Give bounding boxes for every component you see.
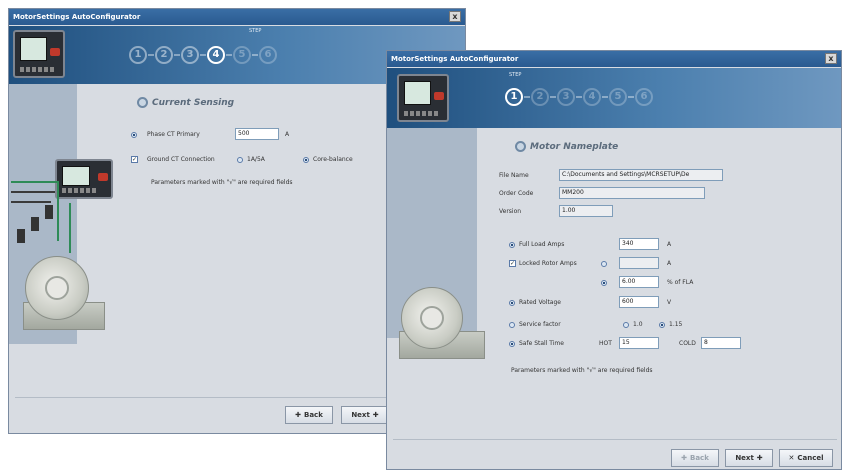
right-arrow-icon: ✚ [372, 411, 379, 419]
front-window-next-button[interactable]: Next ✚ [725, 449, 773, 467]
sf-opt2-radio[interactable] [659, 322, 665, 328]
ground-ct-checkbox[interactable]: ✓ [131, 156, 138, 163]
lra-amps-radio[interactable] [601, 261, 607, 267]
step-2: 2 [155, 46, 173, 64]
step-2: 2 [531, 88, 549, 106]
step-4: 4 [583, 88, 601, 106]
phase-ct-input[interactable]: 500 [235, 128, 279, 140]
required-fields-note: Parameters marked with "√" are required … [151, 179, 293, 186]
rated-voltage-input[interactable]: 600 [619, 296, 659, 308]
front-window-back-button[interactable]: ✚ Back [671, 449, 719, 467]
step-6: 6 [259, 46, 277, 64]
cancel-button-label: Cancel [797, 454, 824, 462]
ground-ct-label: Ground CT Connection [147, 156, 215, 163]
step-caption: STEP [509, 72, 522, 78]
rated-voltage-indicator [509, 300, 515, 306]
rated-voltage-unit: V [667, 299, 672, 306]
back-window-titlebar[interactable]: MotorSettings AutoConfigurator x [9, 9, 465, 25]
step-1: 1 [129, 46, 147, 64]
order-code-label: Order Code [499, 190, 534, 197]
front-window-close-button[interactable]: x [825, 53, 837, 64]
lra-checkbox[interactable]: ✓ [509, 260, 516, 267]
back-window-back-button[interactable]: ✚ Back [285, 406, 333, 424]
back-button-label: Back [304, 411, 323, 419]
fla-indicator [509, 242, 515, 248]
service-factor-indicator [509, 322, 515, 328]
ground-opt1-radio[interactable] [237, 157, 243, 163]
lra-pct-input[interactable]: 6.00 [619, 276, 659, 288]
cancel-icon: ✕ [788, 454, 795, 462]
cold-label: COLD [679, 340, 696, 347]
back-window-next-button[interactable]: Next ✚ [341, 406, 389, 424]
ground-opt1-label: 1A/5A [247, 156, 265, 163]
section-title: Current Sensing [137, 97, 234, 108]
safe-stall-indicator [509, 341, 515, 347]
gear-icon [137, 97, 148, 108]
right-arrow-icon: ✚ [756, 454, 763, 462]
lra-label: Locked Rotor Amps [519, 260, 577, 267]
front-window-title: MotorSettings AutoConfigurator [391, 55, 519, 63]
phase-ct-label: Phase CT Primary [147, 131, 200, 138]
step-indicator: 1 2 3 4 5 6 [505, 88, 653, 106]
fla-unit: A [667, 241, 672, 248]
left-arrow-icon: ✚ [681, 454, 687, 462]
relay-device-image [397, 74, 449, 122]
step-indicator: 1 2 3 4 5 6 [129, 46, 277, 64]
motor-image [19, 254, 107, 334]
step-6: 6 [635, 88, 653, 106]
relay-device-image [13, 30, 65, 78]
step-3: 3 [181, 46, 199, 64]
required-fields-note: Parameters marked with "√" are required … [511, 367, 653, 374]
left-arrow-icon: ✚ [295, 411, 301, 419]
motor-image [395, 285, 487, 363]
front-window: MotorSettings AutoConfigurator x STEP 1 … [386, 50, 842, 470]
ground-opt2-radio[interactable] [303, 157, 309, 163]
section-title-text: Motor Nameplate [530, 141, 619, 152]
phase-ct-unit: A [285, 131, 290, 138]
lra-amps-unit: A [667, 260, 672, 267]
wiring-diagram [11, 177, 101, 257]
hot-input[interactable]: 15 [619, 337, 659, 349]
back-window-title: MotorSettings AutoConfigurator [13, 13, 141, 21]
file-name-label: File Name [499, 172, 529, 179]
step-5: 5 [233, 46, 251, 64]
step-1: 1 [505, 88, 523, 106]
fla-input[interactable]: 340 [619, 238, 659, 250]
section-title-text: Current Sensing [152, 97, 235, 108]
safe-stall-label: Safe Stall Time [519, 340, 564, 347]
sf-opt1-radio[interactable] [623, 322, 629, 328]
file-name-field: C:\Documents and Settings\MCRSETUP\De [559, 169, 723, 181]
order-code-field: MM200 [559, 187, 705, 199]
front-footer-divider [393, 439, 837, 440]
version-label: Version [499, 208, 522, 215]
hot-label: HOT [599, 340, 612, 347]
step-3: 3 [557, 88, 575, 106]
lra-amps-input[interactable] [619, 257, 659, 269]
lra-pct-unit: % of FLA [667, 279, 694, 286]
version-field: 1.00 [559, 205, 613, 217]
phase-ct-indicator [131, 132, 137, 138]
sf-opt2-label: 1.15 [669, 321, 683, 328]
ground-opt2-label: Core-balance [313, 156, 353, 163]
lra-pct-radio[interactable] [601, 280, 607, 286]
back-button-label: Back [690, 454, 709, 462]
sf-opt1-label: 1.0 [633, 321, 643, 328]
back-window-close-button[interactable]: x [449, 11, 461, 22]
fla-label: Full Load Amps [519, 241, 565, 248]
back-footer-divider [15, 397, 395, 398]
section-title: Motor Nameplate [515, 141, 618, 152]
step-5: 5 [609, 88, 627, 106]
gear-icon [515, 141, 526, 152]
rated-voltage-label: Rated Voltage [519, 299, 561, 306]
front-window-titlebar[interactable]: MotorSettings AutoConfigurator x [387, 51, 841, 67]
front-window-banner: STEP 1 2 3 4 5 6 [387, 68, 841, 128]
front-window-cancel-button[interactable]: ✕ Cancel [779, 449, 833, 467]
step-4: 4 [207, 46, 225, 64]
next-button-label: Next [735, 454, 754, 462]
service-factor-label: Service factor [519, 321, 561, 328]
step-caption: STEP [249, 28, 262, 34]
cold-input[interactable]: 8 [701, 337, 741, 349]
next-button-label: Next [351, 411, 370, 419]
